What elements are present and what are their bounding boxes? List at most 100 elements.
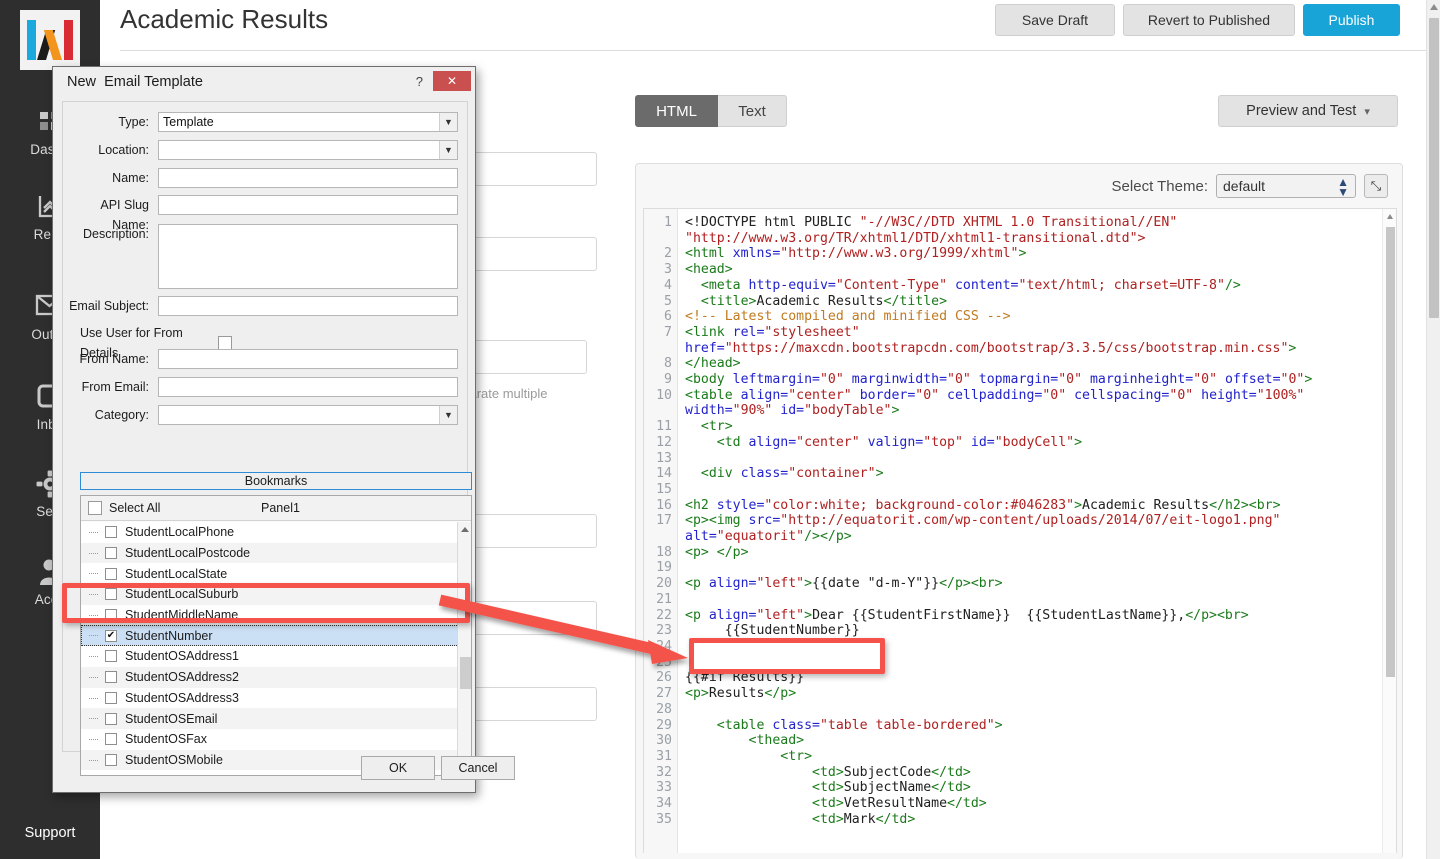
page-scrollbar[interactable] (1426, 0, 1440, 859)
code-line[interactable]: 13 (644, 451, 1384, 467)
code-scrollbar-thumb[interactable] (1386, 227, 1395, 677)
category-select[interactable]: ▼ (158, 405, 458, 425)
list-item[interactable]: StudentOSEmail (81, 708, 471, 729)
publish-button[interactable]: Publish (1303, 4, 1400, 36)
code-line[interactable]: href="https://maxcdn.bootstrapcdn.com/bo… (644, 341, 1384, 357)
code-line[interactable]: 26{{#if Results}} (644, 670, 1384, 686)
list-item-checkbox[interactable] (105, 568, 117, 580)
code-line[interactable]: 10<table align="center" border="0" cellp… (644, 388, 1384, 404)
from-name-field[interactable] (158, 349, 458, 369)
code-line[interactable]: 14 <div class="container"> (644, 466, 1384, 482)
code-line[interactable]: 25 (644, 655, 1384, 671)
list-item-checkbox[interactable] (105, 754, 117, 766)
bookmarks-tab[interactable]: Bookmarks (80, 472, 472, 490)
code-line[interactable]: 4 <meta http-equiv="Content-Type" conten… (644, 278, 1384, 294)
page-scrollbar-thumb[interactable] (1429, 18, 1439, 318)
help-icon[interactable]: ? (416, 74, 423, 89)
code-line[interactable]: 2<html xmlns="http://www.w3.org/1999/xht… (644, 246, 1384, 262)
tab-html[interactable]: HTML (635, 95, 718, 127)
code-line[interactable]: 16<h2 style="color:white; background-col… (644, 498, 1384, 514)
cancel-button[interactable]: Cancel (441, 756, 515, 780)
list-item-checkbox[interactable] (105, 692, 117, 704)
list-item[interactable]: StudentLocalState (81, 563, 471, 584)
bookmarks-list-scrollport[interactable]: StudentLocalPhoneStudentLocalPostcodeStu… (81, 522, 471, 775)
list-item-checkbox[interactable] (105, 713, 117, 725)
type-select[interactable]: Template ▼ (158, 112, 458, 132)
scroll-up-arrow-icon[interactable] (1430, 4, 1438, 10)
tab-text[interactable]: Text (718, 95, 787, 127)
list-item-checkbox[interactable] (105, 650, 117, 662)
code-line[interactable]: 24 (644, 639, 1384, 655)
use-user-from-details-checkbox[interactable] (218, 336, 232, 350)
list-item-checkbox[interactable] (105, 609, 117, 621)
list-item-checkbox[interactable] (105, 588, 117, 600)
code-line[interactable]: 28 (644, 702, 1384, 718)
code-line[interactable]: 18<p> </p> (644, 545, 1384, 561)
code-line[interactable]: 32 <td>SubjectCode</td> (644, 765, 1384, 781)
list-item[interactable]: StudentLocalPhone (81, 522, 471, 543)
list-item[interactable]: ✔StudentNumber (81, 625, 471, 646)
code-line[interactable]: 19 (644, 560, 1384, 576)
chevron-down-icon[interactable]: ▼ (439, 141, 457, 159)
code-line[interactable]: 6<!-- Latest compiled and minified CSS -… (644, 309, 1384, 325)
list-item-checkbox[interactable] (105, 547, 117, 559)
list-item[interactable]: StudentLocalPostcode (81, 543, 471, 564)
code-line[interactable]: 23 {{StudentNumber}} (644, 623, 1384, 639)
code-line[interactable]: "http://www.w3.org/TR/xhtml1/DTD/xhtml1-… (644, 231, 1384, 247)
close-icon[interactable]: ✕ (433, 71, 471, 91)
name-field[interactable] (158, 168, 458, 188)
code-line[interactable]: 22<p align="left">Dear {{StudentFirstNam… (644, 608, 1384, 624)
code-line[interactable]: 3<head> (644, 262, 1384, 278)
code-lines[interactable]: 1<!DOCTYPE html PUBLIC "-//W3C//DTD XHTM… (644, 215, 1384, 827)
description-field[interactable] (158, 224, 458, 289)
revert-to-published-button[interactable]: Revert to Published (1123, 4, 1295, 36)
list-item-checkbox[interactable] (105, 733, 117, 745)
email-subject-field[interactable] (158, 296, 458, 316)
expand-editor-button[interactable]: ⤡ (1364, 174, 1388, 198)
code-line[interactable]: 7<link rel="stylesheet" (644, 325, 1384, 341)
code-line[interactable]: 35 <td>Mark</td> (644, 812, 1384, 828)
code-line[interactable]: 17<p><img src="http://equatorit.com/wp-c… (644, 513, 1384, 529)
code-line[interactable]: 31 <tr> (644, 749, 1384, 765)
code-line[interactable]: 27<p>Results</p> (644, 686, 1384, 702)
code-line[interactable]: 15 (644, 482, 1384, 498)
code-line[interactable]: 11 <tr> (644, 419, 1384, 435)
code-line[interactable]: 20<p align="left">{{date "d-m-Y"}}</p><b… (644, 576, 1384, 592)
from-email-field[interactable] (158, 377, 458, 397)
code-line[interactable]: 1<!DOCTYPE html PUBLIC "-//W3C//DTD XHTM… (644, 215, 1384, 231)
list-item[interactable]: StudentOSAddress2 (81, 667, 471, 688)
code-line[interactable]: 21 (644, 592, 1384, 608)
api-slug-name-field[interactable] (158, 195, 458, 215)
ok-button[interactable]: OK (361, 756, 435, 780)
code-scrollbar[interactable] (1382, 209, 1396, 853)
code-line[interactable]: 29 <table class="table table-bordered"> (644, 718, 1384, 734)
code-line[interactable]: 8</head> (644, 356, 1384, 372)
list-item[interactable]: StudentOSAddress1 (81, 646, 471, 667)
list-item-checkbox[interactable] (105, 671, 117, 683)
location-select[interactable]: ▼ (158, 140, 458, 160)
code-line[interactable]: width="90%" id="bodyTable"> (644, 403, 1384, 419)
bookmarks-list[interactable]: StudentLocalPhoneStudentLocalPostcodeStu… (81, 522, 471, 775)
list-item-checkbox[interactable]: ✔ (105, 630, 117, 642)
theme-select[interactable]: default ▲▼ (1216, 174, 1356, 198)
code-line[interactable]: 34 <td>VetResultName</td> (644, 796, 1384, 812)
chevron-down-icon[interactable]: ▼ (439, 113, 457, 131)
list-item[interactable]: StudentLocalSuburb (81, 584, 471, 605)
code-line[interactable]: 33 <td>SubjectName</td> (644, 780, 1384, 796)
code-line[interactable]: 5 <title>Academic Results</title> (644, 294, 1384, 310)
chevron-down-icon[interactable]: ▼ (439, 406, 457, 424)
code-line[interactable]: alt="equatorit"/></p> (644, 529, 1384, 545)
scroll-up-arrow-icon[interactable] (461, 527, 469, 532)
list-item-checkbox[interactable] (105, 526, 117, 538)
list-item[interactable]: StudentMiddleName (81, 605, 471, 626)
bookmarks-list-scrollbar[interactable] (457, 522, 471, 775)
code-scroll-up-icon[interactable] (1387, 214, 1393, 219)
save-draft-button[interactable]: Save Draft (995, 4, 1115, 36)
code-line[interactable]: 12 <td align="center" valign="top" id="b… (644, 435, 1384, 451)
sidebar-item-support[interactable]: Support (0, 825, 100, 841)
code-area[interactable]: 1<!DOCTYPE html PUBLIC "-//W3C//DTD XHTM… (643, 208, 1397, 853)
list-item[interactable]: StudentOSFax (81, 729, 471, 750)
code-line[interactable]: 30 <thead> (644, 733, 1384, 749)
code-line[interactable]: 9<body leftmargin="0" marginwidth="0" to… (644, 372, 1384, 388)
bookmarks-scrollbar-thumb[interactable] (460, 657, 471, 689)
